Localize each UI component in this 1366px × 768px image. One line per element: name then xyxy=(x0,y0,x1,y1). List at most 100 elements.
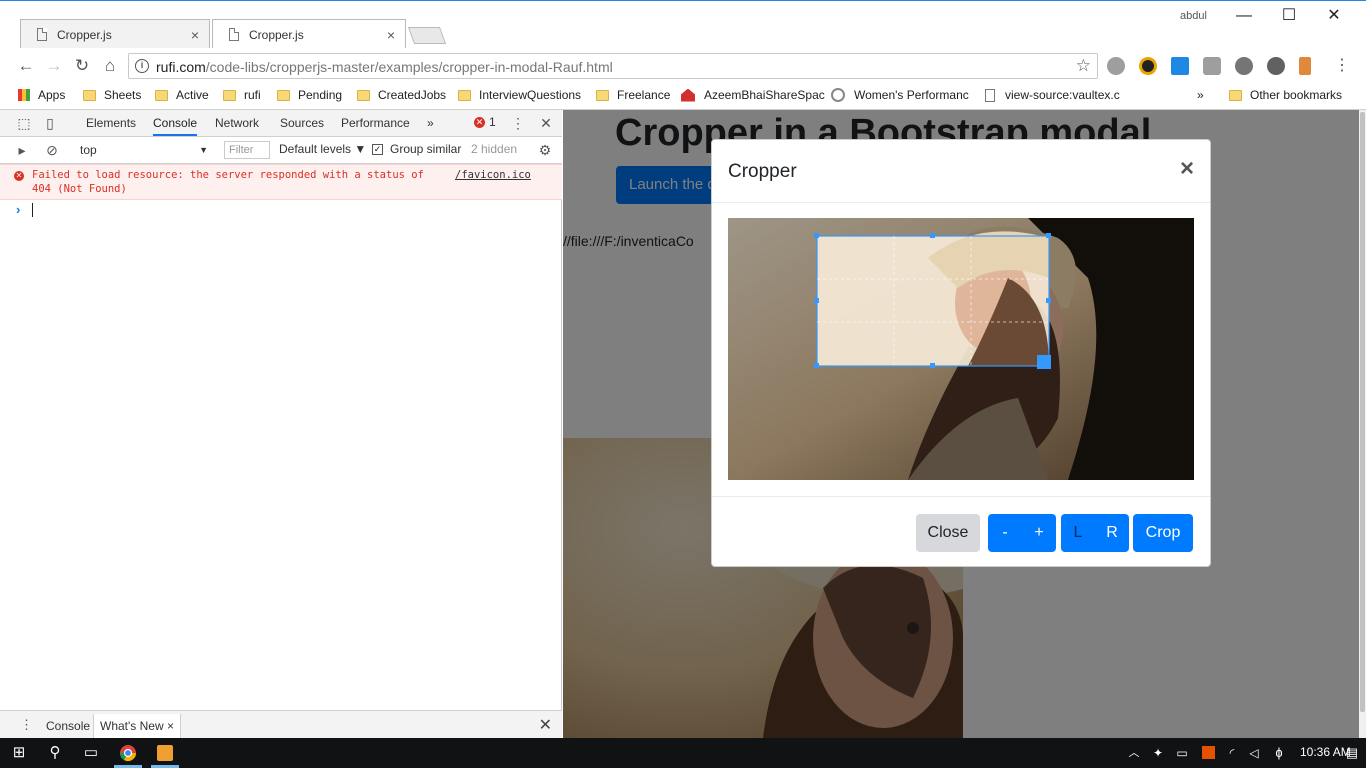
chevron-up-icon[interactable]: ︿ xyxy=(1126,742,1142,764)
bookmark-item[interactable]: Apps xyxy=(18,88,65,102)
xampp-icon[interactable] xyxy=(1200,742,1216,764)
new-tab-button[interactable] xyxy=(407,27,447,44)
error-text-status: 404 (Not Found) xyxy=(32,183,127,195)
battery-icon[interactable]: ▭ xyxy=(1174,742,1190,764)
reload-icon[interactable]: ↻ xyxy=(70,54,94,78)
bookmark-label: Freelance xyxy=(617,88,671,102)
forward-arrow-icon[interactable]: → xyxy=(42,54,66,78)
task-view-icon[interactable]: ▭ xyxy=(80,742,102,764)
modal-header: Cropper × xyxy=(712,140,1210,203)
bookmark-item[interactable]: Sheets xyxy=(83,88,141,102)
drawer-close-icon[interactable]: ✕ xyxy=(539,715,552,735)
minimize-button[interactable]: — xyxy=(1221,5,1267,29)
bookmark-label: CreatedJobs xyxy=(378,88,447,102)
folder-icon xyxy=(223,89,236,101)
zoom-out-button[interactable]: - xyxy=(988,514,1022,552)
rotate-right-button[interactable]: R xyxy=(1095,514,1129,552)
error-count-badge[interactable]: ✕ 1 xyxy=(474,115,496,129)
profile-name[interactable]: abdul xyxy=(1180,10,1207,22)
maximize-button[interactable]: ☐ xyxy=(1266,5,1312,29)
tab-elements[interactable]: Elements xyxy=(86,116,136,130)
log-levels-dropdown[interactable]: Default levels ▼ xyxy=(279,142,366,156)
tab-close-button[interactable]: × xyxy=(387,27,395,43)
volume-icon[interactable]: ◁ xyxy=(1246,742,1262,764)
bookmark-item[interactable]: Freelance xyxy=(596,88,670,102)
cropper-canvas[interactable] xyxy=(728,218,1194,480)
modal-title: Cropper xyxy=(728,161,797,182)
settings-extension-icon[interactable] xyxy=(1267,57,1285,75)
bookmark-item[interactable]: CreatedJobs xyxy=(357,88,446,102)
more-tabs-icon[interactable]: » xyxy=(427,116,434,130)
modal-close-icon[interactable]: × xyxy=(1180,157,1194,181)
bookmark-label: InterviewQuestions xyxy=(479,88,582,102)
chrome-menu-icon[interactable]: ⋮ xyxy=(1330,54,1354,78)
page-scrollbar[interactable] xyxy=(1359,110,1366,738)
back-arrow-icon[interactable]: ← xyxy=(14,54,38,78)
bookmark-label: Apps xyxy=(38,88,66,102)
bookmark-item[interactable]: AzeemBhaiShareSpac xyxy=(681,88,825,102)
windows-start-icon[interactable]: ⊞ xyxy=(8,742,30,764)
rotate-left-button[interactable]: L xyxy=(1061,514,1095,552)
devtools-close-icon[interactable]: ✕ xyxy=(538,115,554,131)
show-sidebar-icon[interactable]: ▸ xyxy=(14,142,30,158)
tools-extension-icon[interactable] xyxy=(1299,57,1311,75)
zoom-in-button[interactable]: + xyxy=(1022,514,1056,552)
crop-button[interactable]: Crop xyxy=(1133,514,1193,552)
tab-sources[interactable]: Sources xyxy=(280,116,324,130)
devtools-menu-icon[interactable]: ⋮ xyxy=(510,115,526,131)
bookmark-star-icon[interactable]: ☆ xyxy=(1076,56,1091,76)
close-button[interactable]: Close xyxy=(916,514,980,552)
address-bar[interactable]: i rufi.com/code-libs/cropperjs-master/ex… xyxy=(128,53,1098,79)
tab-title: Cropper.js xyxy=(57,27,112,42)
bookmark-item[interactable]: Pending xyxy=(277,88,342,102)
camera-extension-icon[interactable] xyxy=(1203,57,1221,75)
bookmark-item[interactable]: InterviewQuestions xyxy=(458,88,581,102)
bookmark-item[interactable]: Women's Performanc xyxy=(831,88,969,102)
w-site-icon xyxy=(831,88,845,102)
scrollbar-thumb[interactable] xyxy=(1360,112,1365,712)
browser-tab-active[interactable]: Cropper.js × xyxy=(212,19,406,49)
crop-box[interactable] xyxy=(814,231,1051,369)
console-filter-input[interactable]: Filter xyxy=(224,141,270,159)
other-bookmarks[interactable]: Other bookmarks xyxy=(1229,88,1342,102)
wifi-icon[interactable]: ◜ xyxy=(1224,742,1240,764)
folder-icon xyxy=(83,89,96,101)
context-selector[interactable]: top ▼ xyxy=(72,141,212,159)
drawer-tab-console[interactable]: Console xyxy=(46,719,90,733)
tab-console[interactable]: Console xyxy=(153,116,198,136)
browser-titlebar: Cropper.js × Cropper.js × abdul — ☐ ✕ xyxy=(0,0,1366,49)
bookmark-item[interactable]: Active xyxy=(155,88,209,102)
tab-close-button[interactable]: × xyxy=(191,27,199,43)
drawer-tab-whats-new[interactable]: What's New × xyxy=(93,714,181,738)
dropbox-icon[interactable]: ✦ xyxy=(1150,742,1166,764)
inspect-element-icon[interactable]: ⬚ xyxy=(16,115,32,131)
window-close-button[interactable]: ✕ xyxy=(1311,5,1357,29)
drawer-menu-icon[interactable]: ⋮ xyxy=(20,717,33,733)
bookmark-item[interactable]: rufi xyxy=(223,88,261,102)
tab-network[interactable]: Network xyxy=(215,116,259,130)
group-similar-checkbox[interactable]: ✓ xyxy=(372,144,383,155)
sublime-taskbar-icon[interactable] xyxy=(154,742,176,764)
search-icon[interactable]: ⚲ xyxy=(44,742,66,764)
clear-console-icon[interactable]: ⊘ xyxy=(44,142,60,158)
home-icon[interactable]: ⌂ xyxy=(98,54,122,78)
bookmark-item[interactable]: view-source:vaultex.c xyxy=(985,88,1120,102)
console-settings-gear-icon[interactable]: ⚙ xyxy=(537,142,553,158)
notifications-icon[interactable]: ▤ xyxy=(1343,742,1361,764)
info-icon[interactable]: i xyxy=(135,59,149,73)
devtools-panel: ⬚ ▯ Elements Console Network Sources Per… xyxy=(0,110,562,738)
url-text[interactable]: rufi.com/code-libs/cropperjs-master/exam… xyxy=(156,59,613,75)
error-source-link[interactable]: /favicon.ico xyxy=(455,169,531,181)
browser-tab[interactable]: Cropper.js × xyxy=(20,19,210,49)
color-extension-icon[interactable] xyxy=(1139,57,1157,75)
globe-extension-icon[interactable] xyxy=(1107,57,1125,75)
close-icon[interactable]: × xyxy=(167,719,174,733)
console-input[interactable] xyxy=(32,203,33,217)
gear-extension-icon[interactable] xyxy=(1235,57,1253,75)
ime-icon[interactable]: ɸ xyxy=(1270,742,1288,764)
chrome-taskbar-icon[interactable] xyxy=(117,742,139,764)
bookmarks-more-button[interactable]: » xyxy=(1197,88,1204,102)
tab-performance[interactable]: Performance xyxy=(341,116,410,130)
device-toolbar-icon[interactable]: ▯ xyxy=(42,115,58,131)
download-extension-icon[interactable] xyxy=(1171,57,1189,75)
